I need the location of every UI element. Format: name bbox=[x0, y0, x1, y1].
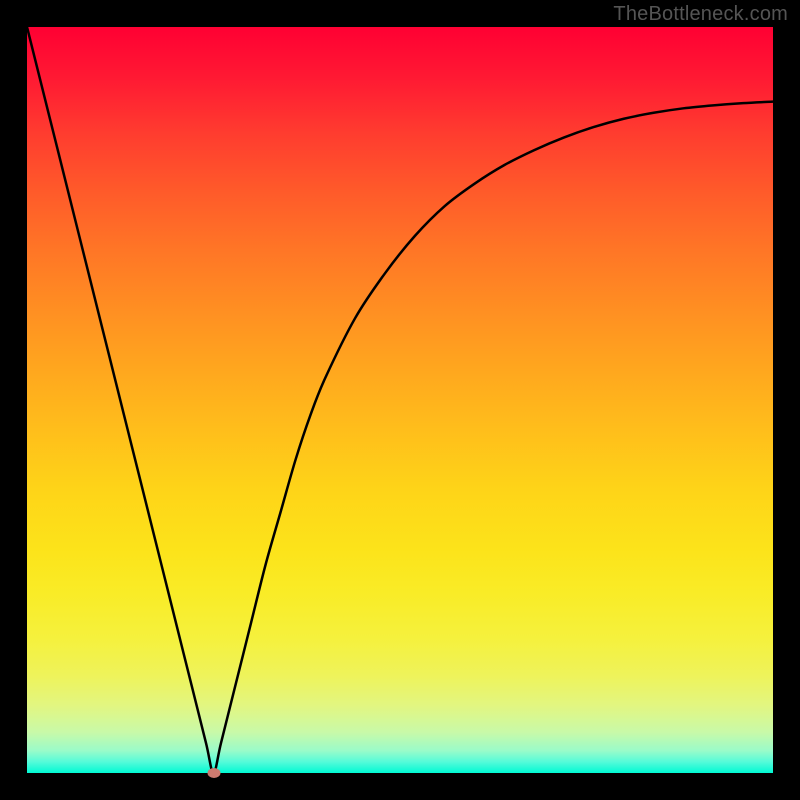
bottleneck-curve bbox=[27, 27, 773, 773]
minimum-marker bbox=[207, 768, 220, 778]
site-watermark: TheBottleneck.com bbox=[613, 3, 788, 26]
chart-frame bbox=[27, 27, 773, 773]
